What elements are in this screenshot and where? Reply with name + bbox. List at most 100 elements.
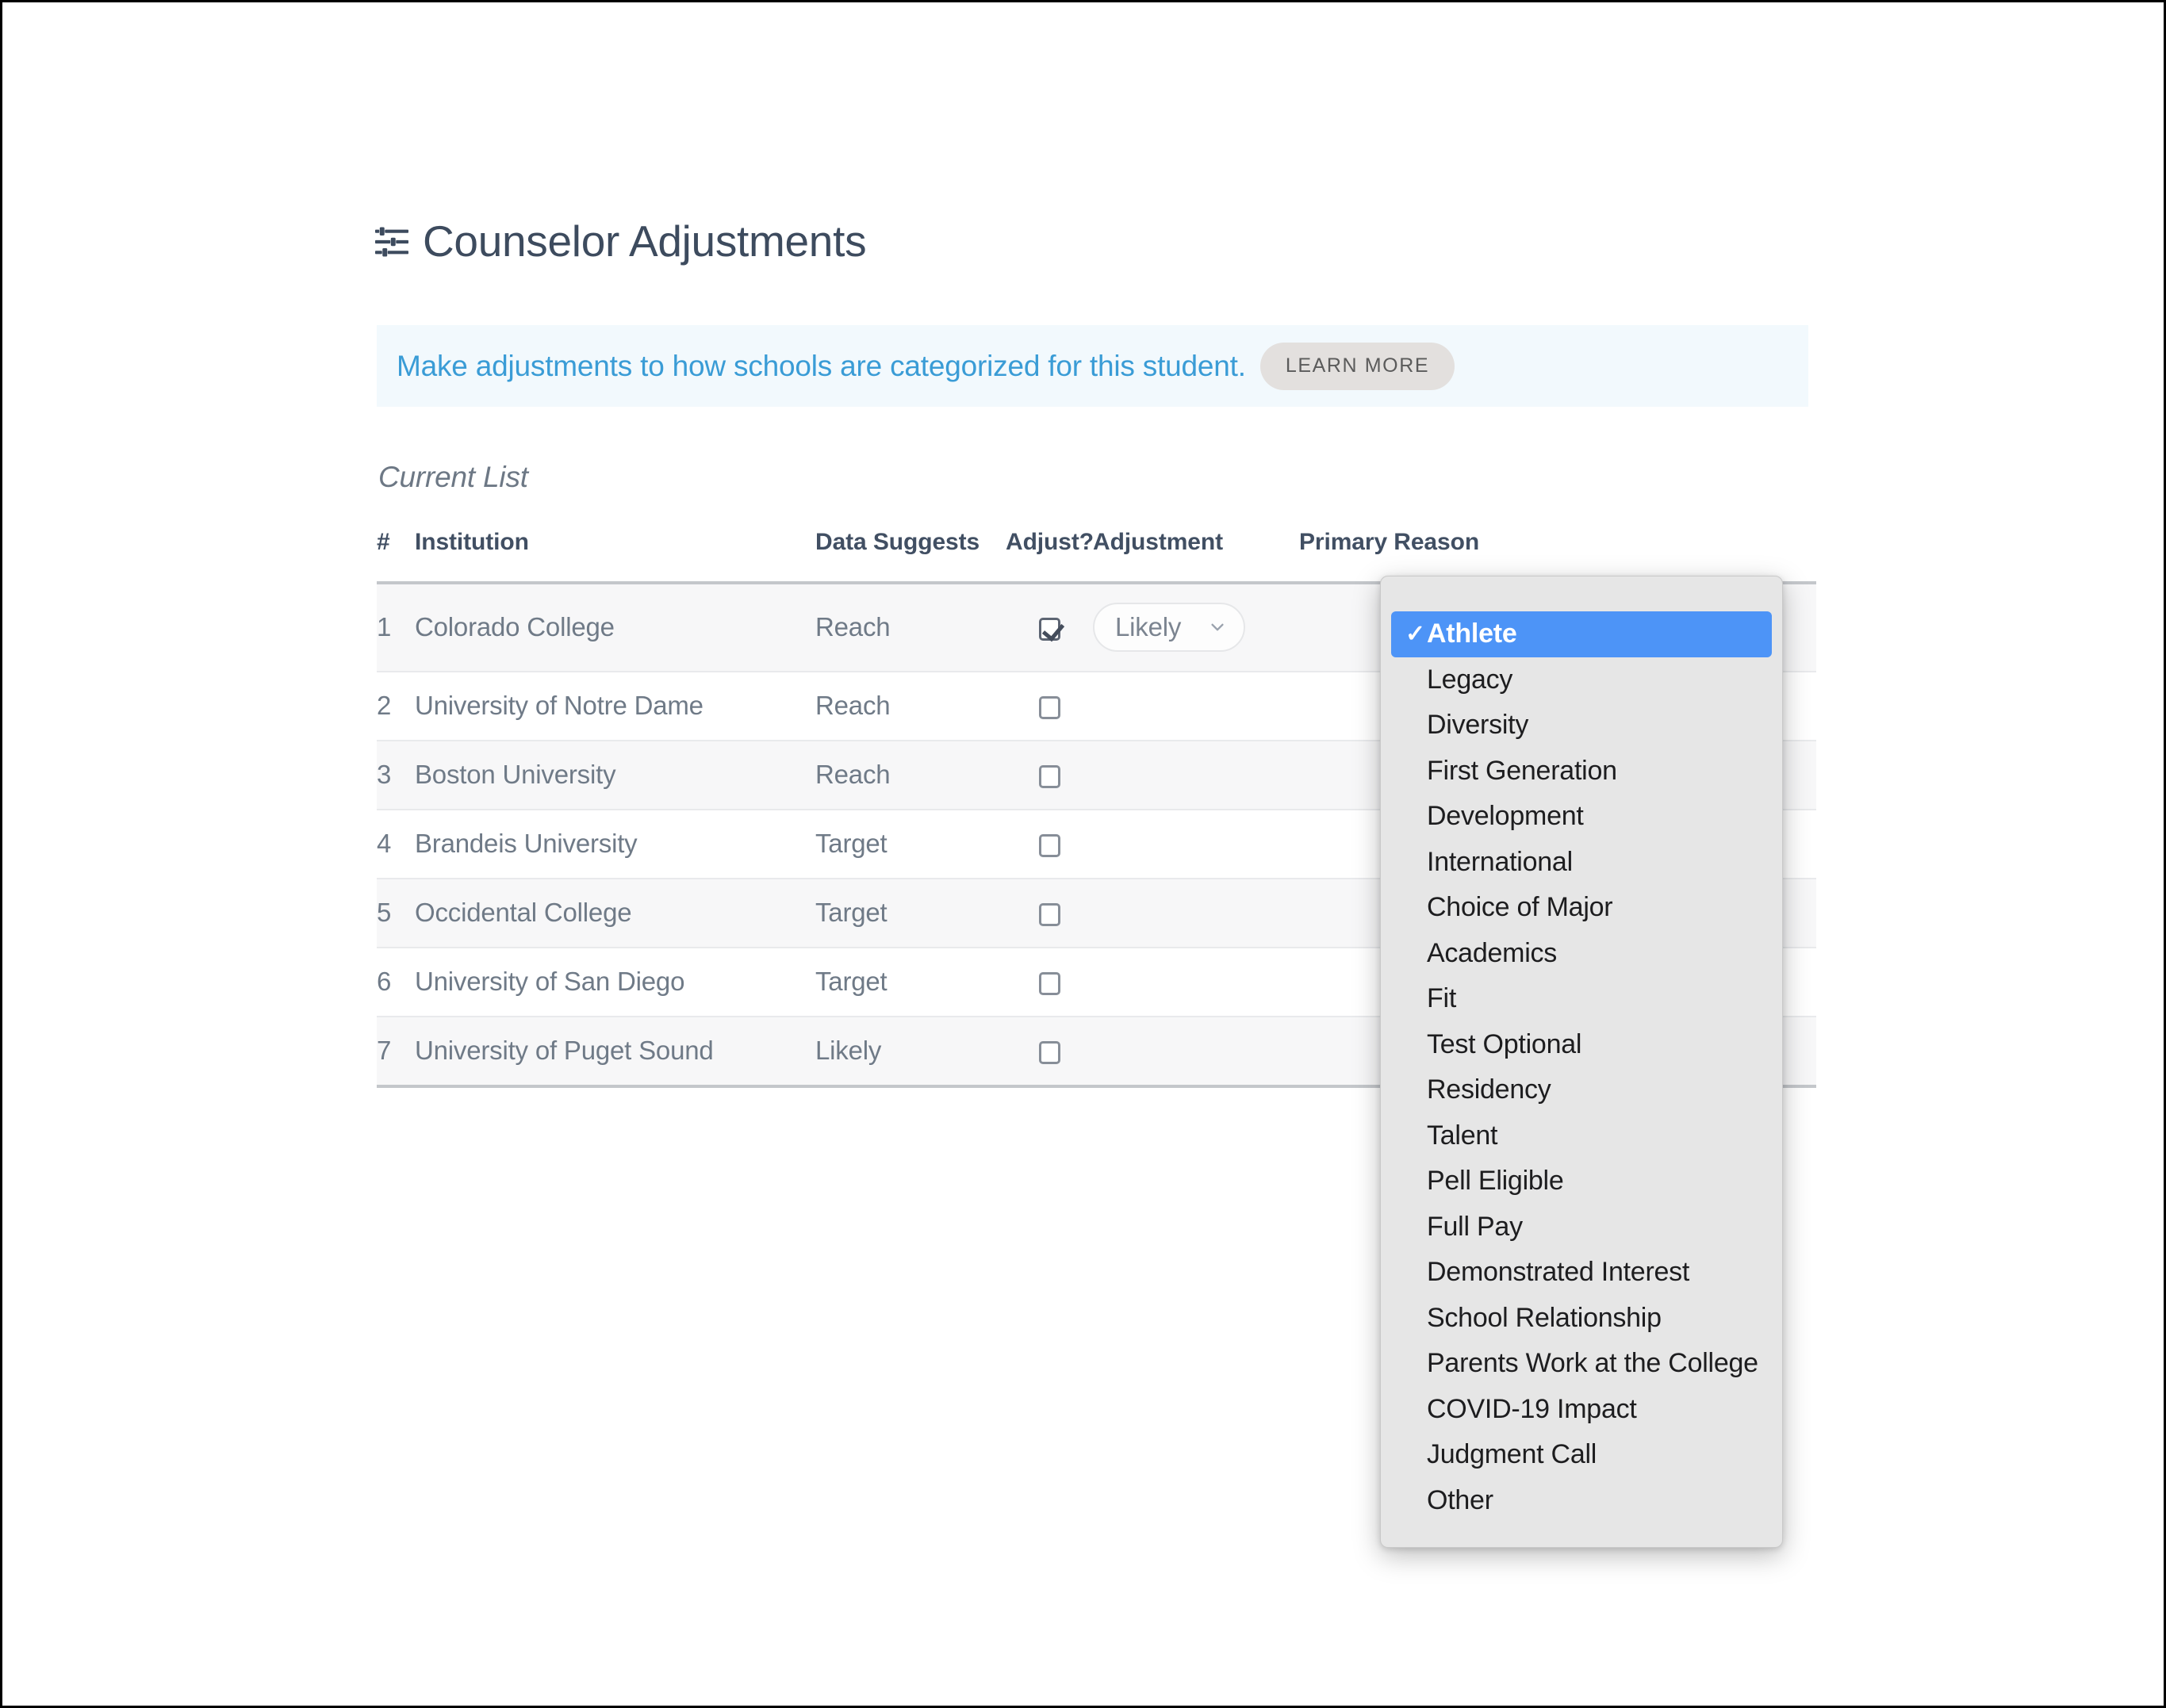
dropdown-option[interactable]: International (1381, 840, 1782, 886)
column-header-data-suggests: Data Suggests (815, 529, 980, 555)
dropdown-option-label: Test Optional (1427, 1028, 1582, 1059)
adjustment-cell (1093, 810, 1299, 879)
dropdown-option[interactable]: Development (1381, 794, 1782, 840)
page-root: Counselor Adjustments Make adjustments t… (2, 2, 2164, 1706)
adjust-checkbox-cell (1006, 741, 1093, 810)
adjust-checkbox-cell (1006, 948, 1093, 1017)
institution-name: University of Puget Sound (415, 1036, 714, 1065)
adjust-checkbox[interactable] (1038, 1040, 1060, 1064)
dropdown-option[interactable]: Choice of Major (1381, 885, 1782, 931)
column-header-adjust: Adjust? (1006, 529, 1094, 555)
adjust-checkbox[interactable] (1038, 902, 1060, 926)
adjust-checkbox-cell (1006, 672, 1093, 741)
dropdown-option-label: First Generation (1427, 755, 1617, 786)
dropdown-option-label: Fit (1427, 983, 1457, 1014)
dropdown-option-label: Diversity (1427, 710, 1529, 741)
adjust-checkbox[interactable] (1038, 764, 1060, 788)
data-suggests-value: Target (815, 967, 887, 996)
adjustment-select-label: Likely (1115, 612, 1182, 641)
check-icon: ✓ (1405, 620, 1425, 647)
dropdown-option-label: Legacy (1427, 664, 1513, 695)
dropdown-option[interactable]: Academics (1381, 931, 1782, 977)
row-number: 1 (377, 612, 392, 641)
adjust-checkbox-cell (1006, 879, 1093, 948)
dropdown-option-label: International (1427, 846, 1573, 877)
page-title: Counselor Adjustments (423, 216, 867, 266)
dropdown-option[interactable]: Full Pay (1381, 1204, 1782, 1250)
column-header-institution: Institution (415, 529, 529, 555)
dropdown-option[interactable]: Residency (1381, 1067, 1782, 1113)
dropdown-option-label: Parents Work at the College (1427, 1348, 1758, 1379)
dropdown-option[interactable]: Fit (1381, 976, 1782, 1022)
adjustment-cell (1093, 741, 1299, 810)
row-number: 5 (377, 898, 392, 927)
dropdown-option[interactable]: ✓ Athlete (1391, 611, 1772, 657)
institution-name: University of Notre Dame (415, 691, 703, 720)
adjustment-cell (1093, 1017, 1299, 1086)
dropdown-option[interactable]: Parents Work at the College (1381, 1341, 1782, 1387)
adjustment-cell (1093, 672, 1299, 741)
dropdown-option-label: Choice of Major (1427, 892, 1613, 923)
table-header: # Institution Data Suggests Adjust? Adju… (377, 529, 1816, 583)
dropdown-option[interactable]: Judgment Call (1381, 1432, 1782, 1478)
sliders-icon (375, 225, 408, 258)
adjust-checkbox[interactable] (1038, 695, 1060, 719)
row-number: 2 (377, 691, 392, 720)
adjustment-cell: Likely (1093, 583, 1299, 672)
institution-name: Colorado College (415, 612, 615, 641)
adjust-checkbox-cell (1006, 1017, 1093, 1086)
adjust-checkbox[interactable] (1038, 833, 1060, 857)
dropdown-option-label: Academics (1427, 937, 1558, 968)
dropdown-option[interactable]: Test Optional (1381, 1022, 1782, 1068)
dropdown-option[interactable]: Pell Eligible (1381, 1158, 1782, 1204)
learn-more-button[interactable]: LEARN MORE (1259, 342, 1455, 390)
info-banner: Make adjustments to how schools are cate… (377, 325, 1808, 407)
data-suggests-value: Likely (815, 1036, 882, 1065)
data-suggests-value: Reach (815, 760, 891, 789)
dropdown-option-label: Other (1427, 1484, 1493, 1515)
data-suggests-value: Reach (815, 612, 891, 641)
dropdown-option[interactable]: Other (1381, 1478, 1782, 1524)
primary-reason-dropdown-menu[interactable]: ✓ Athlete Legacy Diversity First Generation D… (1380, 576, 1783, 1549)
dropdown-option-label: COVID-19 Impact (1427, 1393, 1637, 1424)
adjust-checkbox[interactable] (1038, 617, 1060, 641)
row-number: 3 (377, 760, 392, 789)
adjust-checkbox[interactable] (1038, 971, 1060, 995)
adjust-checkbox-cell (1006, 810, 1093, 879)
institution-name: University of San Diego (415, 967, 685, 996)
adjustment-cell (1093, 879, 1299, 948)
data-suggests-value: Target (815, 898, 887, 927)
adjustment-select[interactable]: Likely (1093, 603, 1245, 652)
dropdown-option-label: Pell Eligible (1427, 1166, 1564, 1197)
dropdown-option-label: Judgment Call (1427, 1439, 1597, 1470)
dropdown-option[interactable]: School Relationship (1381, 1296, 1782, 1342)
dropdown-option[interactable]: Diversity (1381, 703, 1782, 749)
adjust-checkbox-cell (1006, 583, 1093, 672)
dropdown-option-label: Athlete (1427, 618, 1517, 649)
dropdown-option[interactable]: Talent (1381, 1113, 1782, 1159)
banner-message: Make adjustments to how schools are cate… (397, 349, 1246, 382)
institution-name: Boston University (415, 760, 616, 789)
adjustment-cell (1093, 948, 1299, 1017)
dropdown-option-label: Full Pay (1427, 1211, 1523, 1242)
dropdown-option[interactable]: Demonstrated Interest (1381, 1250, 1782, 1296)
institution-name: Brandeis University (415, 829, 638, 858)
dropdown-option-label: Talent (1427, 1120, 1498, 1151)
data-suggests-value: Reach (815, 691, 891, 720)
dropdown-option[interactable]: First Generation (1381, 749, 1782, 795)
column-header-primary-reason: Primary Reason (1299, 529, 1480, 555)
dropdown-option-label: Residency (1427, 1074, 1551, 1105)
dropdown-option-label: Demonstrated Interest (1427, 1257, 1690, 1288)
dropdown-option[interactable]: COVID-19 Impact (1381, 1387, 1782, 1433)
row-number: 6 (377, 967, 392, 996)
row-number: 7 (377, 1036, 392, 1065)
institution-name: Occidental College (415, 898, 632, 927)
dropdown-option[interactable]: Legacy (1381, 657, 1782, 703)
dropdown-option-label: School Relationship (1427, 1302, 1662, 1333)
dropdown-option-label: Development (1427, 801, 1584, 832)
current-list-label: Current List (378, 461, 528, 493)
column-header-number: # (377, 529, 390, 555)
column-header-adjustment: Adjustment (1093, 529, 1224, 555)
chevron-down-icon (1211, 623, 1224, 631)
page-header: Counselor Adjustments (375, 216, 867, 266)
